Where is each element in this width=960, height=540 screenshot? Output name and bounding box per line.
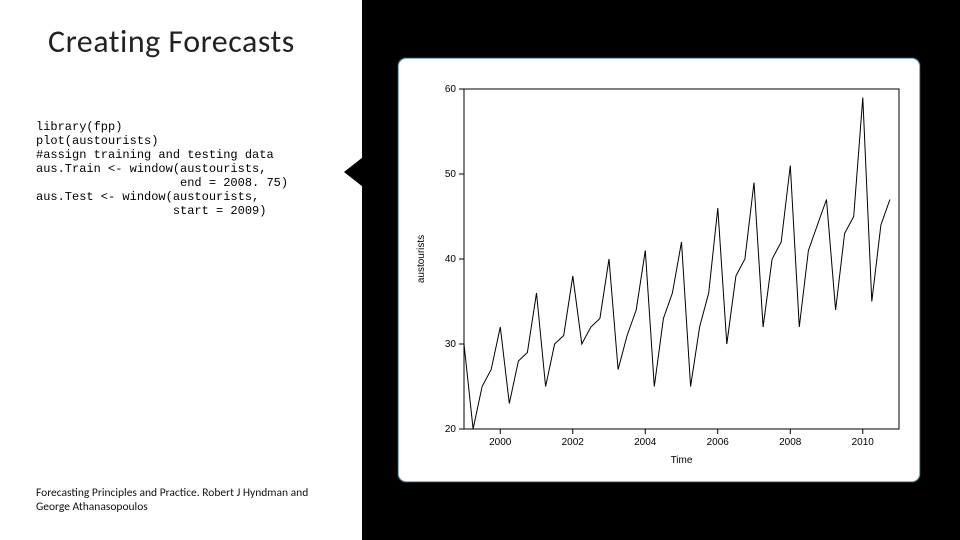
slide: Creating Forecasts library(fpp) plot(aus… xyxy=(0,0,960,540)
svg-text:Time: Time xyxy=(671,455,693,466)
svg-text:2004: 2004 xyxy=(634,437,657,448)
citation: Forecasting Principles and Practice. Rob… xyxy=(36,486,336,514)
austourists-chart: 2000 2002 2004 2006 2008 2010 20 30 40 50 60 Time au… xyxy=(399,59,921,483)
svg-text:50: 50 xyxy=(445,169,457,180)
svg-text:20: 20 xyxy=(445,424,457,435)
svg-text:2006: 2006 xyxy=(707,437,730,448)
code-block: library(fpp) plot(austourists) #assign t… xyxy=(36,120,288,218)
arrow-left-icon xyxy=(344,150,372,194)
svg-text:60: 60 xyxy=(445,84,457,95)
svg-text:austourists: austourists xyxy=(416,235,427,283)
svg-text:2008: 2008 xyxy=(779,437,802,448)
svg-text:2002: 2002 xyxy=(562,437,585,448)
svg-text:30: 30 xyxy=(445,339,457,350)
slide-title: Creating Forecasts xyxy=(48,22,295,61)
plot-frame: 2000 2002 2004 2006 2008 2010 20 30 40 50 60 Time au… xyxy=(398,58,920,482)
svg-text:40: 40 xyxy=(445,254,457,265)
svg-text:2000: 2000 xyxy=(489,437,512,448)
svg-text:2010: 2010 xyxy=(852,437,875,448)
